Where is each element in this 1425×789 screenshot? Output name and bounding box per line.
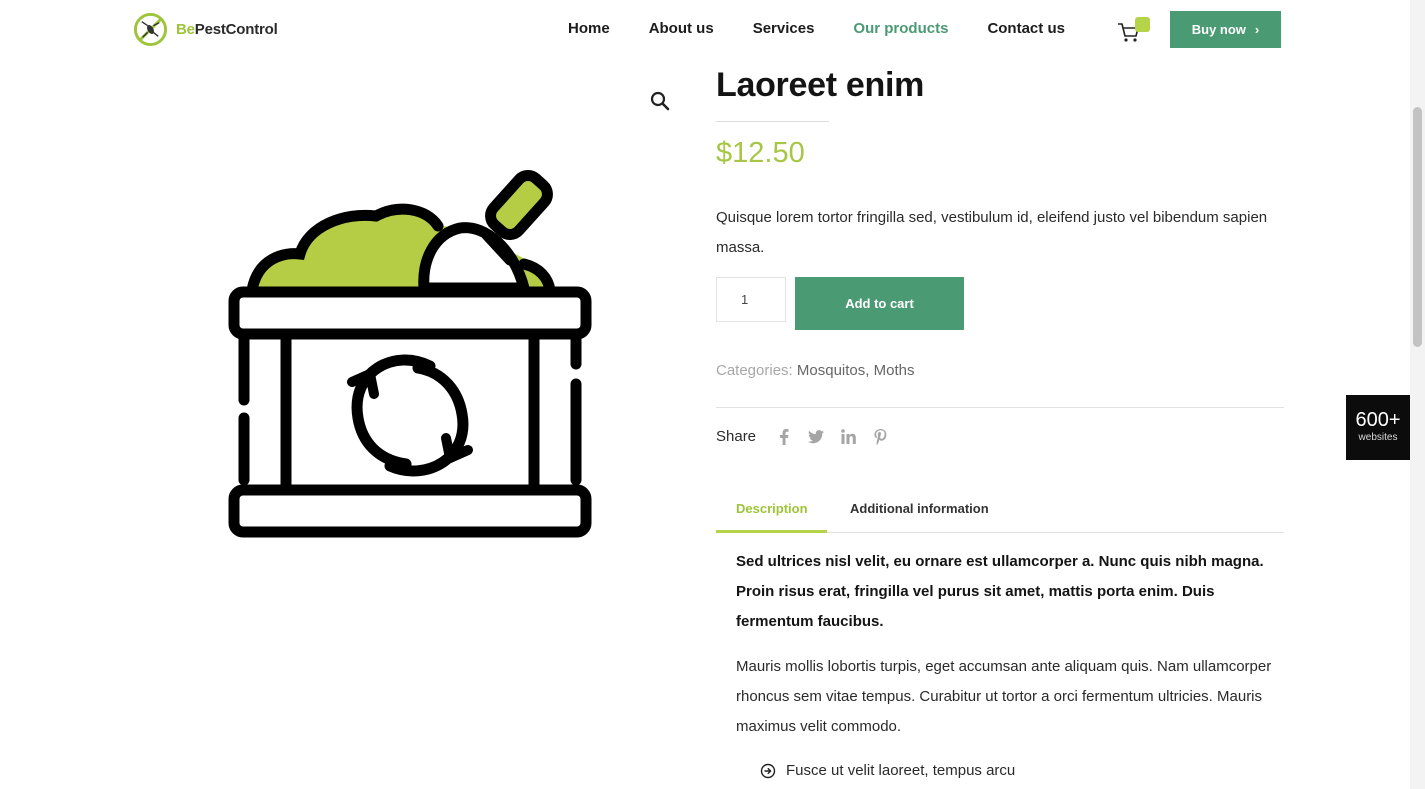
pinterest-icon[interactable]: [872, 428, 888, 445]
logo-text: BePestControl: [176, 21, 278, 38]
categories-label: Categories:: [716, 362, 793, 379]
nav-about-us[interactable]: About us: [649, 20, 714, 37]
share-bar: Share: [716, 428, 904, 445]
badge-count: 600+: [1355, 409, 1401, 431]
buy-now-button[interactable]: Buy now ›: [1170, 11, 1281, 48]
category-link-mosquitos[interactable]: Mosquitos: [797, 362, 865, 379]
add-to-cart-button[interactable]: Add to cart: [795, 277, 964, 330]
title-divider: [716, 121, 829, 122]
mosquito-logo-icon: [133, 12, 168, 47]
buy-now-label: Buy now: [1191, 22, 1246, 37]
description-lead: Sed ultrices nisl velit, eu ornare est u…: [736, 553, 1264, 630]
nav-our-products[interactable]: Our products: [853, 20, 948, 37]
quantity-input[interactable]: 1: [716, 277, 786, 322]
active-tab-indicator: [716, 530, 827, 533]
short-description: Quisque lorem tortor fringilla sed, vest…: [716, 209, 1268, 256]
list-item: Fusce ut velit laoreet, tempus arcu: [760, 762, 1015, 779]
description-body: Mauris mollis lobortis turpis, eget accu…: [736, 658, 1272, 735]
category-link-moths[interactable]: Moths: [874, 362, 915, 379]
product-title: Laoreet enim: [716, 66, 925, 104]
magnifier-icon[interactable]: [648, 89, 672, 113]
share-label: Share: [716, 428, 757, 445]
list-item-label: Fusce ut velit laoreet, tempus arcu: [786, 762, 1016, 779]
cart-count-badge: [1135, 17, 1150, 32]
nav-services[interactable]: Services: [753, 20, 815, 37]
scrollbar-thumb[interactable]: [1413, 107, 1422, 347]
tab-additional-information[interactable]: Additional information: [850, 501, 989, 516]
compost-bin-icon: [228, 170, 592, 538]
circle-arrow-right-icon: [760, 763, 776, 778]
logo[interactable]: BePestControl: [133, 12, 278, 47]
linkedin-icon[interactable]: [840, 429, 856, 445]
cart-button[interactable]: [1117, 17, 1151, 43]
page-scrollbar[interactable]: [1410, 0, 1425, 789]
main-nav: Home About us Services Our products Cont…: [568, 20, 1104, 37]
site-header: BePestControl Home About us Services Our…: [0, 0, 1410, 60]
chevron-right-icon: ›: [1254, 22, 1260, 37]
product-categories: Categories: Mosquitos, Moths: [716, 362, 914, 379]
nav-home[interactable]: Home: [568, 20, 610, 37]
category-separator: ,: [865, 362, 870, 379]
nav-contact-us[interactable]: Contact us: [987, 20, 1065, 37]
product-price: $12.50: [716, 137, 805, 169]
twitter-icon[interactable]: [808, 429, 825, 445]
websites-count-badge[interactable]: 600+ websites: [1346, 395, 1410, 460]
tab-description[interactable]: Description: [736, 501, 808, 516]
facebook-icon[interactable]: [776, 428, 792, 445]
badge-caption: websites: [1358, 432, 1398, 443]
meta-divider: [716, 407, 1284, 408]
